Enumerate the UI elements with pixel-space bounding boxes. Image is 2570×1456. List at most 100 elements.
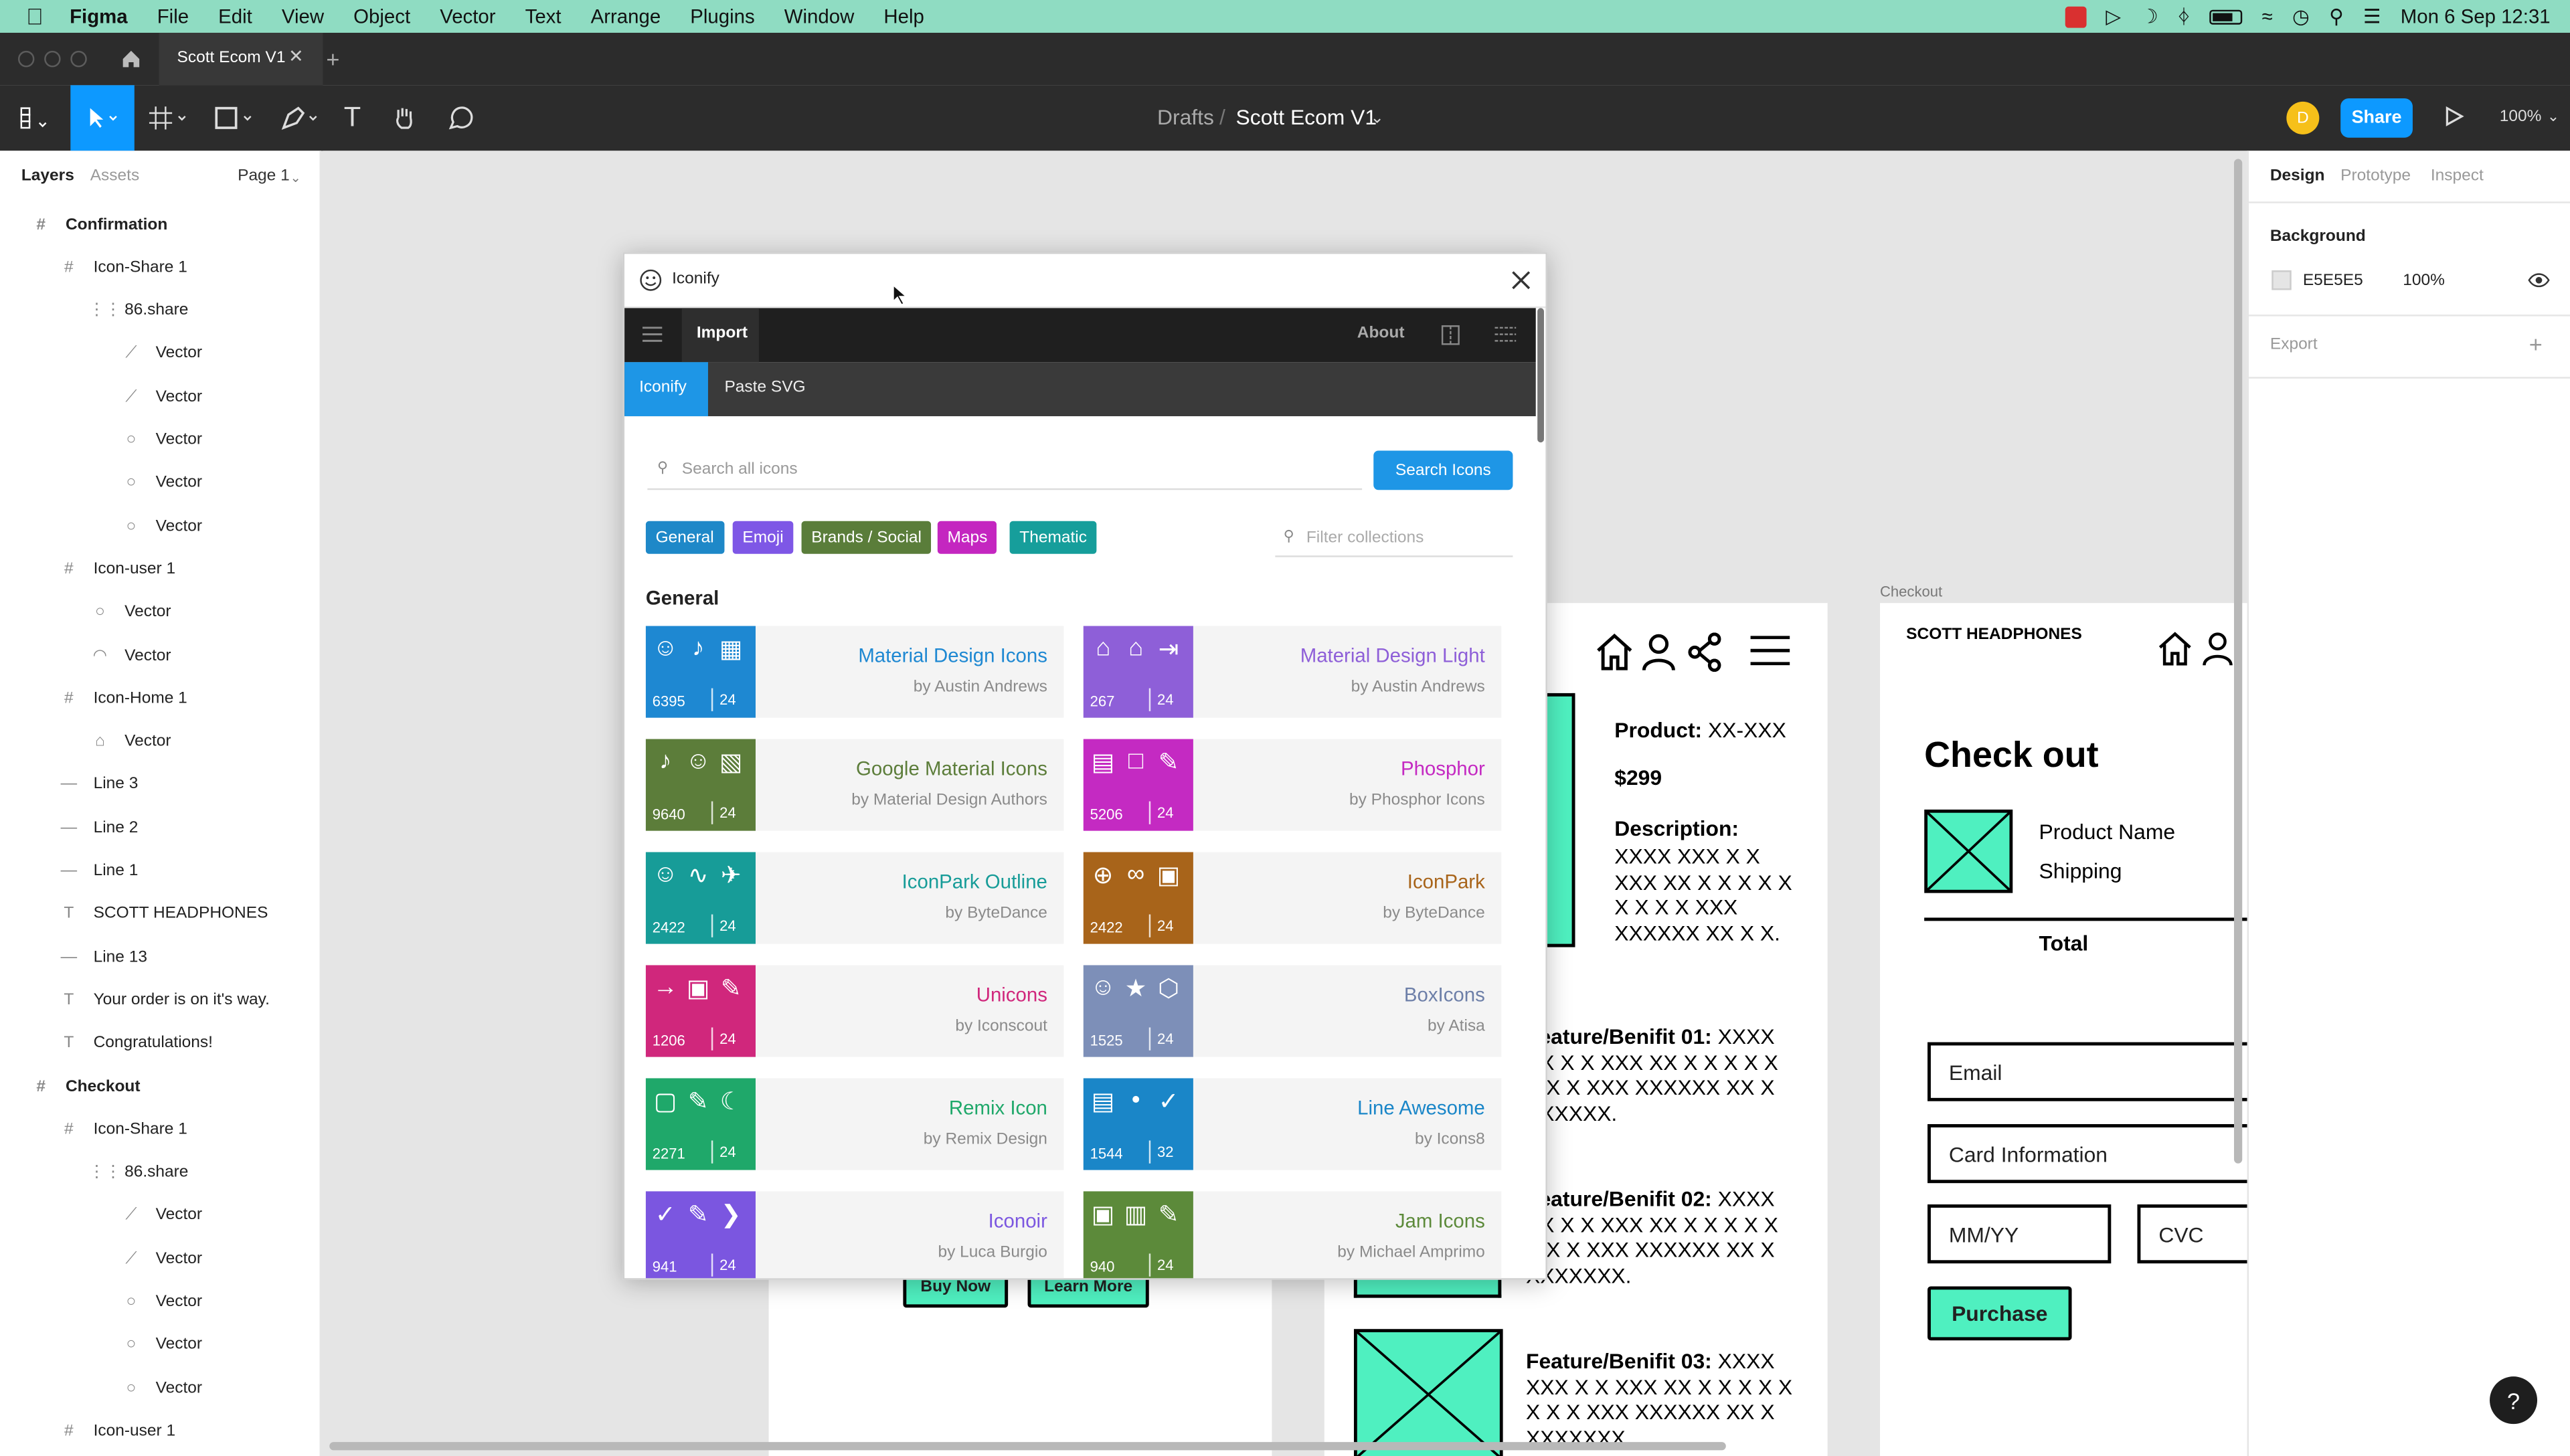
apple-icon[interactable]:  xyxy=(26,3,44,29)
expiry-field[interactable]: MM/YY xyxy=(1928,1204,2112,1264)
layer-row[interactable]: ○ Vector xyxy=(120,1367,202,1410)
chip-brands-social[interactable]: Brands / Social xyxy=(801,521,932,554)
layer-row[interactable]: — Line 2 xyxy=(58,806,139,849)
play-circle-icon[interactable]: ▷ xyxy=(2106,5,2121,27)
menu-edit[interactable]: Edit xyxy=(218,5,252,27)
menu-arrange[interactable]: Arrange xyxy=(591,5,661,27)
menu-vector[interactable]: Vector xyxy=(440,5,495,27)
card-information-field[interactable]: Card Information xyxy=(1928,1124,2247,1184)
pen-tool[interactable] xyxy=(272,85,331,151)
layer-row[interactable]: ◠ Vector xyxy=(88,634,171,677)
layer-row[interactable]: ⋮⋮ 86.share xyxy=(88,289,188,332)
shape-tool[interactable] xyxy=(207,85,266,151)
icon-collection-card[interactable]: ▤ • ✓ 1544 32 Line Awesome by Icons8 xyxy=(1083,1078,1502,1170)
layer-row[interactable]: ⟋ Vector xyxy=(120,1194,202,1237)
time-machine-icon[interactable]: ◷ xyxy=(2292,5,2310,27)
layer-row[interactable]: # Icon-Share 1 xyxy=(58,1108,187,1151)
new-tab-icon[interactable]: + xyxy=(326,46,339,72)
tab-prototype[interactable]: Prototype xyxy=(2340,167,2411,185)
present-play-icon[interactable] xyxy=(2442,105,2465,128)
close-icon[interactable] xyxy=(1511,270,1531,290)
icon-collection-card[interactable]: ▤ □ ✎ 5206 24 Phosphor by Phosphor Icons xyxy=(1083,739,1502,831)
layer-row[interactable]: ○ Vector xyxy=(120,1281,202,1324)
layout-icon[interactable] xyxy=(1441,325,1460,346)
record-icon[interactable] xyxy=(2065,5,2086,27)
zoom-chevron-icon[interactable]: ⌄ xyxy=(2547,108,2559,126)
chip-maps[interactable]: Maps xyxy=(937,521,998,554)
layer-row[interactable]: ⟋ Vector xyxy=(120,333,202,375)
cvc-field[interactable]: CVC xyxy=(2137,1204,2247,1264)
moon-icon[interactable]: ☽ xyxy=(2140,5,2158,27)
page-chevron-icon[interactable]: ⌄ xyxy=(290,171,301,185)
layer-row[interactable]: ○ Vector xyxy=(120,1324,202,1366)
layer-row[interactable]: ○ Vector xyxy=(120,419,202,462)
layer-row[interactable]: ○ Vector xyxy=(120,462,202,505)
chip-thematic[interactable]: Thematic xyxy=(1009,521,1097,554)
horizontal-scrollbar[interactable] xyxy=(329,1442,1726,1451)
menu-window[interactable]: Window xyxy=(784,5,855,27)
sub-tab-paste-svg[interactable]: Paste SVG xyxy=(724,379,805,397)
search-icons-input[interactable]: ⚲ Search all icons xyxy=(647,450,1363,490)
chip-general[interactable]: General xyxy=(645,521,724,554)
tab-design[interactable]: Design xyxy=(2270,167,2325,185)
help-button[interactable]: ? xyxy=(2490,1376,2538,1425)
icon-collection-card[interactable]: ♪ ☺ ▧ 9640 24 Google Material Icons by Materia… xyxy=(645,739,1064,831)
icon-collection-card[interactable]: ▢ ✎ ☾ 2271 24 Remix Icon by Remix Design xyxy=(645,1078,1064,1170)
icon-collection-card[interactable]: → ▣ ✎ 1206 24 Unicons by Iconscout xyxy=(645,965,1064,1057)
icon-collection-card[interactable]: ⌂ ⌂ ⇥ 267 24 Material Design Light by Austin A… xyxy=(1083,626,1502,718)
bluetooth-icon[interactable]: ᛄ xyxy=(2178,5,2190,27)
spotlight-search-icon[interactable]: ⚲ xyxy=(2329,5,2344,27)
breadcrumb-drafts[interactable]: Drafts xyxy=(1157,105,1214,130)
main-menu-button[interactable] xyxy=(10,85,59,151)
sub-tab-iconify[interactable]: Iconify xyxy=(624,362,708,417)
icon-collection-card[interactable]: ✓ ✎ ❯ 941 24 Iconoir by Luca Burgio xyxy=(645,1191,1064,1279)
layer-row[interactable]: ⋮⋮ 86.share xyxy=(88,1152,188,1194)
plugin-scrollbar[interactable] xyxy=(1537,308,1544,443)
hand-tool[interactable] xyxy=(387,85,423,151)
share-button[interactable]: Share xyxy=(2340,98,2413,138)
tab-layers[interactable]: Layers xyxy=(21,167,74,185)
wifi-icon[interactable]: ≈ xyxy=(2262,5,2273,27)
icon-collection-card[interactable]: ⊕ ∞ ▣ 2422 24 IconPark by ByteDance xyxy=(1083,852,1502,944)
checkout-frame-label[interactable]: Checkout xyxy=(1880,583,1942,600)
icon-collection-card[interactable]: ☺ ★ ⬡ 1525 24 BoxIcons by Atisa xyxy=(1083,965,1502,1057)
add-export-icon[interactable]: + xyxy=(2529,331,2543,357)
file-title[interactable]: Scott Ecom V1 xyxy=(1236,105,1377,130)
menu-text[interactable]: Text xyxy=(525,5,562,27)
layer-row[interactable]: ⟋ Vector xyxy=(120,1237,202,1280)
icon-collection-card[interactable]: ☺ ♪ ▦ 6395 24 Material Design Icons by Austin … xyxy=(645,626,1064,718)
tab-inspect[interactable]: Inspect xyxy=(2431,167,2484,185)
zoom-level[interactable]: 100% xyxy=(2500,108,2542,126)
layer-row[interactable]: # Confirmation xyxy=(29,203,167,246)
background-color-swatch[interactable] xyxy=(2272,270,2292,290)
layer-row[interactable]: ⌂ Vector xyxy=(88,721,171,763)
layer-row[interactable]: # Checkout xyxy=(29,1065,140,1108)
control-center-icon[interactable]: ☰ xyxy=(2363,5,2381,27)
layer-row[interactable]: ○ Vector xyxy=(120,505,202,548)
menu-view[interactable]: View xyxy=(282,5,324,27)
search-icons-button[interactable]: Search Icons xyxy=(1373,450,1513,490)
menubar-datetime[interactable]: Mon 6 Sep 12:31 xyxy=(2401,5,2551,27)
menu-plugins[interactable]: Plugins xyxy=(690,5,754,27)
page-selector[interactable]: Page 1 xyxy=(238,167,290,185)
filter-collections-input[interactable]: ⚲ Filter collections xyxy=(1275,521,1513,557)
email-field[interactable]: Email xyxy=(1928,1042,2247,1101)
close-tab-icon[interactable]: ✕ xyxy=(288,46,304,67)
plugin-titlebar[interactable]: Iconify xyxy=(624,254,1546,308)
layer-row[interactable]: # Icon-user 1 xyxy=(58,548,175,591)
chip-emoji[interactable]: Emoji xyxy=(732,521,794,554)
layer-row[interactable]: T Your order is on it's way. xyxy=(58,979,270,1022)
move-tool[interactable] xyxy=(70,85,135,151)
list-view-icon[interactable] xyxy=(1494,326,1517,342)
window-minimize-control[interactable] xyxy=(44,50,61,68)
checkout-frame[interactable]: SCOTT HEADPHONES Check out Product Name … xyxy=(1880,603,2247,1456)
vertical-scrollbar[interactable] xyxy=(2233,159,2243,1164)
eye-icon[interactable] xyxy=(2527,272,2550,288)
text-tool[interactable]: T xyxy=(335,85,371,151)
menu-file[interactable]: File xyxy=(157,5,189,27)
tab-assets[interactable]: Assets xyxy=(90,167,140,185)
layer-row[interactable]: # Icon-Home 1 xyxy=(58,677,187,720)
icon-collection-card[interactable]: ☺ ∿ ✈ 2422 24 IconPark Outline by ByteDance xyxy=(645,852,1064,944)
chevron-down-icon[interactable]: ⌄ xyxy=(1370,110,1384,128)
nav-import-tab[interactable]: Import xyxy=(681,308,759,363)
